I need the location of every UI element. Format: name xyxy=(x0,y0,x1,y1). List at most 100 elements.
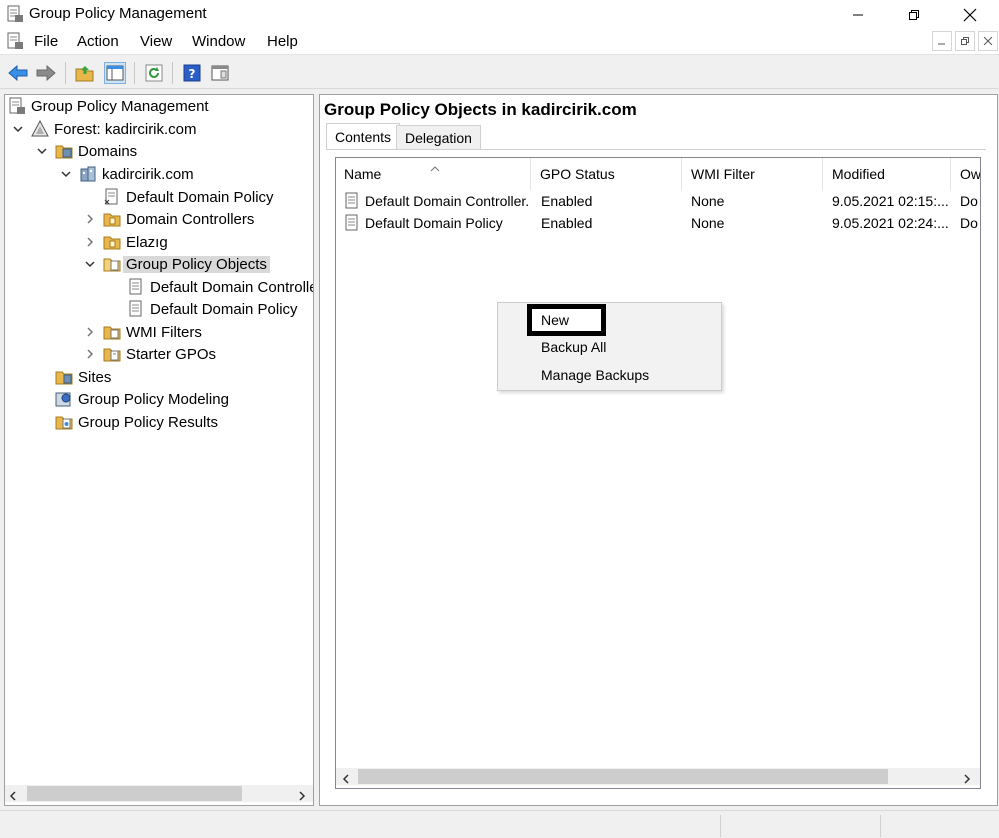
cell-modified: 9.05.2021 02:15:... xyxy=(832,193,949,209)
title-bar: Group Policy Management xyxy=(0,0,999,29)
starter-folder-icon xyxy=(103,345,121,363)
menu-view[interactable]: View xyxy=(140,33,172,50)
gpo-list: Name GPO Status WMI Filter Modified Ow D… xyxy=(335,157,981,789)
chevron-right-icon[interactable] xyxy=(83,347,97,361)
tree-item-elazig[interactable]: Elazıg xyxy=(83,231,168,253)
tree-item-default-domain-controllers-policy[interactable]: Default Domain Controllers Policy xyxy=(127,276,313,298)
wmi-folder-icon xyxy=(103,323,121,341)
table-row[interactable]: Default Domain Policy Enabled None 9.05.… xyxy=(336,212,980,235)
cell-modified: 9.05.2021 02:24:... xyxy=(832,215,949,231)
tree-item-label: Elazıg xyxy=(126,233,168,251)
window-title: Group Policy Management xyxy=(29,5,207,22)
cell-owner: Do xyxy=(960,215,978,231)
table-row[interactable]: Default Domain Controller... Enabled Non… xyxy=(336,190,980,212)
tree-item-label: kadircirik.com xyxy=(102,165,194,183)
domains-folder-icon xyxy=(55,142,73,160)
gpo-icon xyxy=(343,214,361,235)
list-scroll-thumb[interactable] xyxy=(358,769,888,784)
status-separator xyxy=(880,815,881,837)
column-header-owner[interactable]: Ow xyxy=(952,158,980,190)
chevron-down-icon[interactable] xyxy=(35,144,49,158)
mdi-close-button[interactable] xyxy=(978,31,998,51)
ou-folder-icon xyxy=(103,233,121,251)
tree-item-group-policy-management[interactable]: Group Policy Management xyxy=(8,95,209,117)
scroll-right-icon[interactable] xyxy=(962,771,972,787)
cell-name: Default Domain Policy xyxy=(365,215,503,231)
menu-file[interactable]: File xyxy=(34,33,58,50)
tree-item-wmi-filters[interactable]: WMI Filters xyxy=(83,321,202,343)
restore-button[interactable] xyxy=(891,0,937,29)
tree-item-group-policy-objects[interactable]: Group Policy Objects xyxy=(83,253,270,275)
tree-item-sites[interactable]: Sites xyxy=(55,366,111,388)
tree-item-default-domain-policy-link[interactable]: Default Domain Policy xyxy=(103,186,274,208)
tab-delegation[interactable]: Delegation xyxy=(396,125,481,149)
tree-item-group-policy-results[interactable]: Group Policy Results xyxy=(55,411,218,433)
tree-item-starter-gpos[interactable]: Starter GPOs xyxy=(83,343,216,365)
tree-item-kadircirik-com[interactable]: kadircirik.com xyxy=(59,163,194,185)
tree-item-forest[interactable]: Forest: kadircirik.com xyxy=(11,118,197,140)
scroll-left-icon[interactable] xyxy=(341,771,351,787)
minimize-button[interactable] xyxy=(835,0,881,29)
menu-window[interactable]: Window xyxy=(192,33,245,50)
close-button[interactable] xyxy=(947,0,993,29)
context-menu: New Backup All Manage Backups xyxy=(497,302,722,391)
column-header-wmi-filter[interactable]: WMI Filter xyxy=(683,158,823,190)
tree-item-label: Default Domain Controllers Policy xyxy=(150,278,313,296)
gpo-folder-icon xyxy=(103,255,121,273)
chevron-right-icon[interactable] xyxy=(83,235,97,249)
forest-icon xyxy=(31,120,49,138)
chevron-down-icon[interactable] xyxy=(59,167,73,181)
chevron-down-icon[interactable] xyxy=(83,257,97,271)
mdi-minimize-button[interactable] xyxy=(932,31,952,51)
tree-item-label: Group Policy Results xyxy=(78,413,219,431)
cell-gpo-status: Enabled xyxy=(541,215,593,231)
gpmc-small-icon[interactable] xyxy=(6,32,24,50)
forward-arrow-icon[interactable] xyxy=(35,62,57,84)
chevron-right-icon[interactable] xyxy=(83,325,97,339)
domain-icon xyxy=(79,165,97,183)
toolbar: ? xyxy=(0,56,999,89)
tree-item-label: Sites xyxy=(78,368,112,386)
chevron-right-icon[interactable] xyxy=(83,212,97,226)
page-title: Group Policy Objects in kadircirik.com xyxy=(324,100,637,119)
tree-horizontal-scrollbar[interactable] xyxy=(5,785,313,802)
show-hide-console-tree-icon[interactable] xyxy=(104,62,126,84)
tree-item-label: Domains xyxy=(78,142,138,160)
tree-scroll-thumb[interactable] xyxy=(27,786,242,801)
scroll-left-icon[interactable] xyxy=(8,788,18,804)
column-header-gpo-status[interactable]: GPO Status xyxy=(532,158,682,190)
tree-item-label: Group Policy Modeling xyxy=(78,390,229,408)
chevron-down-icon[interactable] xyxy=(11,122,25,136)
context-menu-manage-backups[interactable]: Manage Backups xyxy=(541,367,649,383)
column-header-name[interactable]: Name xyxy=(336,158,531,190)
tab-contents[interactable]: Contents xyxy=(326,123,401,149)
list-horizontal-scrollbar[interactable] xyxy=(336,768,980,785)
status-separator xyxy=(720,815,721,837)
tab-divider xyxy=(326,149,986,150)
back-arrow-icon[interactable] xyxy=(7,62,29,84)
context-menu-backup-all[interactable]: Backup All xyxy=(541,339,606,355)
tree-item-label: Starter GPOs xyxy=(126,345,217,363)
status-bar xyxy=(0,810,999,838)
gpo-link-icon xyxy=(103,188,121,206)
modeling-icon xyxy=(55,390,73,408)
tree-item-domain-controllers[interactable]: Domain Controllers xyxy=(83,208,254,230)
cell-gpo-status: Enabled xyxy=(541,193,593,209)
tree-item-label: Default Domain Policy xyxy=(150,300,298,318)
gpo-icon xyxy=(127,278,145,296)
help-icon[interactable]: ? xyxy=(181,62,203,84)
tree-item-default-domain-policy[interactable]: Default Domain Policy xyxy=(127,298,298,320)
gpmc-icon xyxy=(6,5,24,23)
menu-action[interactable]: Action xyxy=(77,33,119,50)
up-folder-icon[interactable] xyxy=(74,62,96,84)
menu-help[interactable]: Help xyxy=(267,33,298,50)
column-header-modified[interactable]: Modified xyxy=(824,158,951,190)
gpo-icon xyxy=(127,300,145,318)
scroll-right-icon[interactable] xyxy=(297,788,307,804)
context-menu-new[interactable]: New xyxy=(541,312,569,328)
mdi-restore-button[interactable] xyxy=(955,31,975,51)
refresh-icon[interactable] xyxy=(143,62,165,84)
tree-item-group-policy-modeling[interactable]: Group Policy Modeling xyxy=(55,388,229,410)
properties-view-icon[interactable] xyxy=(209,62,231,84)
tree-item-domains[interactable]: Domains xyxy=(35,140,137,162)
